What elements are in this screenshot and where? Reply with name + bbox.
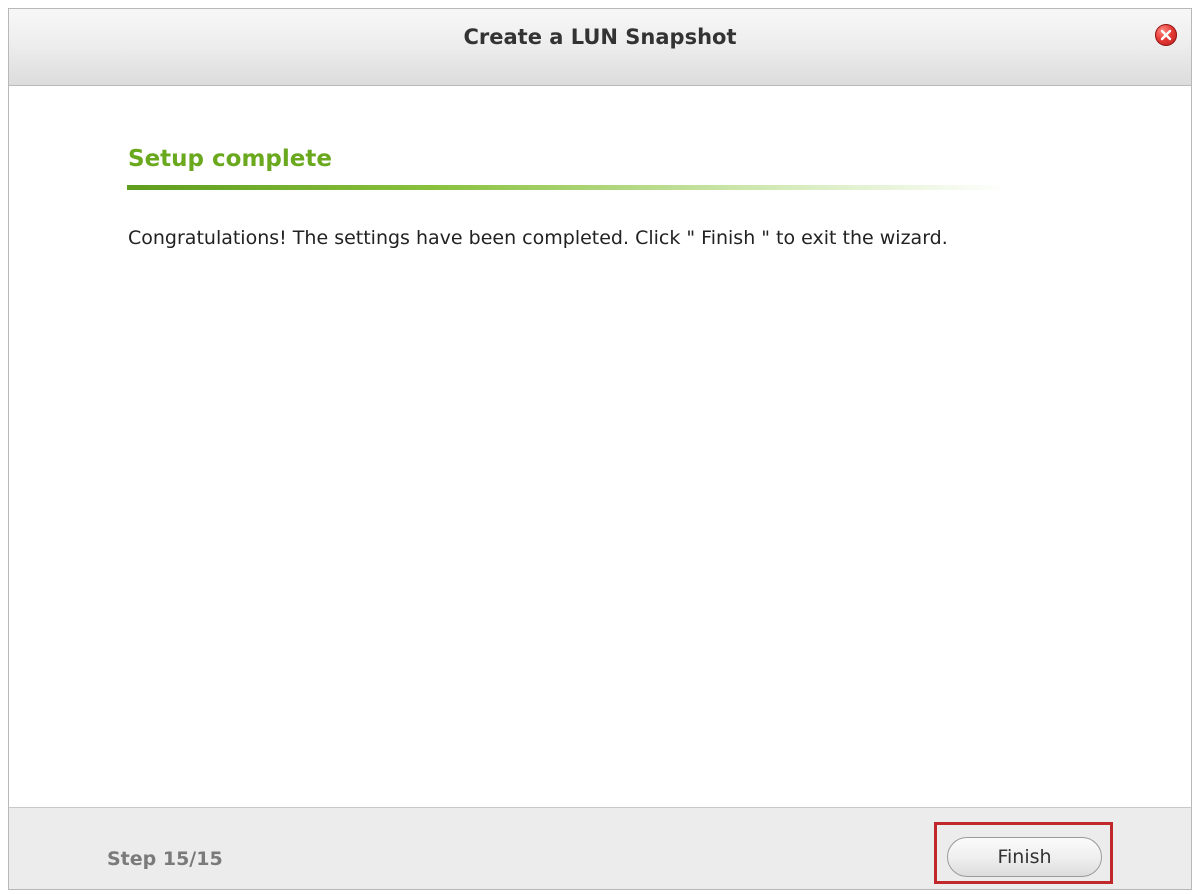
close-button[interactable] <box>1155 24 1177 46</box>
close-icon <box>1160 29 1172 41</box>
wizard-dialog: Create a LUN Snapshot Setup complete Con… <box>8 8 1192 890</box>
dialog-title: Create a LUN Snapshot <box>463 25 737 49</box>
completion-message: Congratulations! The settings have been … <box>128 227 948 249</box>
section-title: Setup complete <box>128 146 332 172</box>
wizard-footer: Step 15/15 Finish <box>9 807 1191 889</box>
finish-button[interactable]: Finish <box>947 837 1102 877</box>
wizard-content: Setup complete Congratulations! The sett… <box>9 86 1191 808</box>
dialog-titlebar: Create a LUN Snapshot <box>9 9 1191 86</box>
section-divider <box>127 185 1007 190</box>
step-indicator: Step 15/15 <box>107 848 223 870</box>
